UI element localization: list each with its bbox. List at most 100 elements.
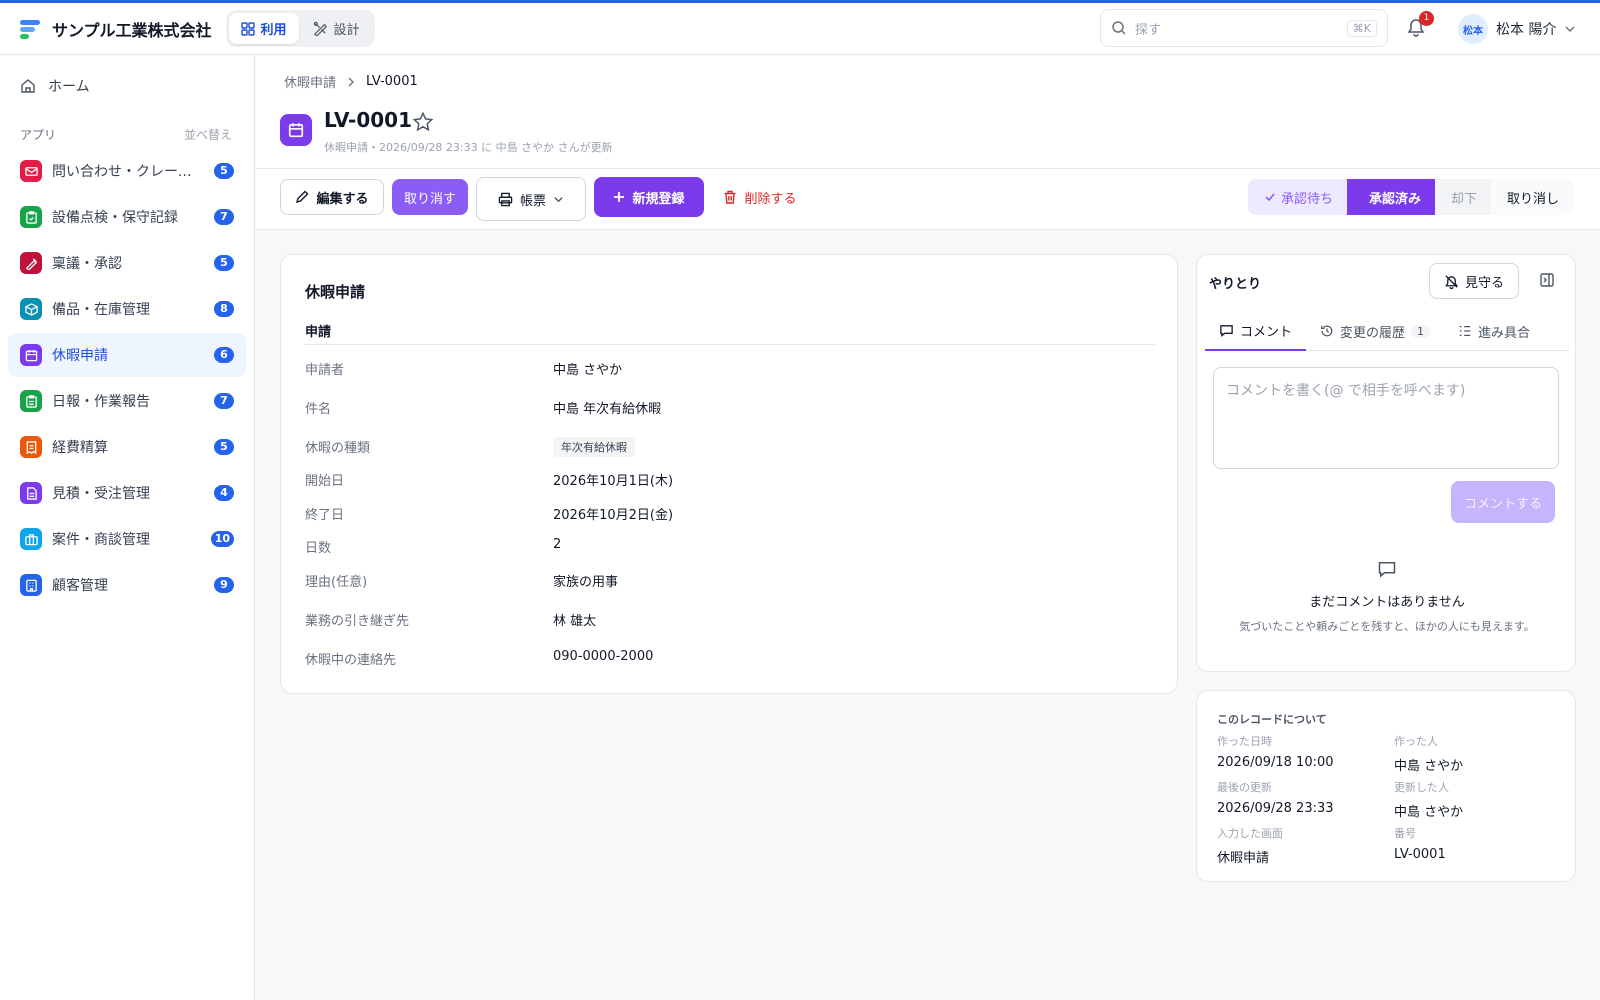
field-row: 件名 中島 年次有給休暇	[305, 398, 1155, 417]
discussion-title: やりとり	[1209, 277, 1262, 292]
chevron-right-icon	[348, 77, 355, 86]
info-item: 作った人 中島 さやか	[1394, 733, 1564, 774]
receipt-icon	[20, 436, 42, 458]
field-value: 2026年10月1日(木)	[553, 474, 674, 489]
search-icon	[1112, 21, 1126, 35]
sidebar: ホーム アプリ 並べ替え 問い合わせ・クレーム管... 5 設備点検・保守記録 …	[0, 56, 255, 1000]
info-label: 更新した人	[1394, 781, 1449, 794]
info-label: 入力した画面	[1217, 827, 1283, 840]
count-badge: 10	[210, 531, 234, 547]
field-row: 業務の引き継ぎ先 林 雄太	[305, 610, 1155, 629]
field-value: 2	[553, 537, 562, 552]
sidebar-item-equipment-inspection[interactable]: 設備点検・保守記録 7	[8, 195, 246, 239]
check-icon	[1265, 193, 1275, 202]
field-label: 件名	[305, 402, 332, 417]
sort-apps-button[interactable]: 並べ替え	[184, 126, 232, 143]
print-dropdown-button[interactable]: 帳票	[476, 177, 586, 221]
sidebar-item-label: 見積・受注管理	[52, 486, 150, 502]
grid-icon	[240, 21, 255, 36]
mode-use-tab[interactable]: 利用	[228, 13, 299, 44]
sidebar-item-quotes-orders[interactable]: 見積・受注管理 4	[8, 471, 246, 515]
info-value: 2026/09/18 10:00	[1217, 755, 1334, 770]
record-toolbar: 編集する 取り消す 帳票 新規登録 削除する 承認待ち 承認済み 却下 取り消し	[256, 169, 1600, 230]
field-row: 理由(任意) 家族の用事	[305, 571, 1155, 590]
comment-input[interactable]	[1213, 367, 1559, 469]
pencil-icon	[296, 190, 309, 204]
tab-history[interactable]: 変更の履歴 1	[1306, 311, 1444, 351]
sidebar-item-label: 休暇申請	[52, 348, 108, 364]
edit-label: 編集する	[316, 191, 369, 207]
count-badge: 4	[214, 485, 234, 501]
notifications-button[interactable]: 1	[1406, 11, 1434, 41]
record-info-title: このレコードについて	[1217, 713, 1327, 726]
status-step-withdrawn[interactable]: 取り消し	[1491, 179, 1574, 215]
watch-button[interactable]: 見守る	[1429, 263, 1519, 299]
field-row: 休暇中の連絡先 090-0000-2000	[305, 649, 1155, 668]
sidebar-item-expenses[interactable]: 経費精算 5	[8, 425, 246, 469]
notification-count-badge: 1	[1419, 11, 1434, 26]
sidebar-item-deals[interactable]: 案件・商談管理 10	[8, 517, 246, 561]
status-step-rejected[interactable]: 却下	[1435, 179, 1491, 215]
delete-label: 削除する	[744, 191, 797, 207]
plus-icon	[614, 192, 625, 202]
cancel-button[interactable]: 取り消す	[392, 179, 468, 215]
top-header: サンプル工業株式会社 利用 設計 探す ⌘K 1 松本 松本 陽介	[0, 3, 1600, 55]
sidebar-item-approvals[interactable]: 稟議・承認 5	[8, 241, 246, 285]
sidebar-item-customers[interactable]: 顧客管理 9	[8, 563, 246, 607]
field-row: 日数 2	[305, 537, 1155, 556]
field-value: 年次有給休暇	[553, 437, 635, 457]
status-step-pending[interactable]: 承認待ち	[1248, 179, 1348, 215]
sidebar-item-daily-report[interactable]: 日報・作業報告 7	[8, 379, 246, 423]
info-label: 番号	[1394, 827, 1416, 840]
printer-icon	[498, 192, 513, 206]
info-item: 番号 LV-0001	[1394, 825, 1564, 862]
form-section-title: 申請	[305, 325, 332, 340]
mode-design-tab[interactable]: 設計	[301, 13, 372, 44]
status-step-approved[interactable]: 承認済み	[1347, 179, 1436, 215]
leave-type-tag: 年次有給休暇	[553, 437, 635, 457]
history-count-badge: 1	[1411, 324, 1431, 338]
sidebar-item-home[interactable]: ホーム	[0, 56, 254, 116]
field-value: 090-0000-2000	[553, 649, 654, 664]
info-value: 中島 さやか	[1394, 759, 1464, 774]
sidebar-item-label: 備品・在庫管理	[52, 302, 150, 318]
sidebar-item-leave-request[interactable]: 休暇申請 6	[8, 333, 246, 377]
sidebar-item-inquiries[interactable]: 問い合わせ・クレーム管... 5	[8, 149, 246, 193]
empty-description: 気づいたことや頼みごとを残すと、ほかの人にも見えます。	[1239, 620, 1535, 633]
tab-progress[interactable]: 進み具合	[1444, 311, 1544, 351]
tab-label: コメント	[1240, 324, 1293, 340]
company-logo-icon[interactable]	[20, 18, 40, 40]
count-badge: 7	[214, 393, 234, 409]
field-label: 申請者	[305, 363, 345, 378]
count-badge: 8	[214, 301, 234, 317]
info-value: 中島 さやか	[1394, 805, 1464, 820]
bell-off-icon	[1445, 274, 1458, 289]
edit-button[interactable]: 編集する	[280, 179, 384, 215]
tab-comments[interactable]: コメント	[1205, 311, 1307, 351]
form-title: 休暇申請	[305, 283, 366, 301]
info-value: 休暇申請	[1217, 851, 1270, 866]
breadcrumb-parent-link[interactable]: 休暇申請	[284, 72, 336, 91]
apps-heading: アプリ	[20, 128, 57, 142]
new-record-button[interactable]: 新規登録	[594, 177, 704, 217]
sidebar-item-label: 問い合わせ・クレーム管...	[52, 164, 204, 180]
cancel-label: 取り消す	[403, 191, 456, 207]
info-value: LV-0001	[1394, 847, 1446, 862]
company-name: サンプル工業株式会社	[52, 20, 212, 40]
status-step-label: 承認済み	[1369, 191, 1422, 207]
field-label: 休暇中の連絡先	[305, 653, 397, 668]
status-step-label: 取り消し	[1507, 191, 1560, 207]
delete-button[interactable]: 削除する	[712, 179, 808, 215]
status-step-label: 承認待ち	[1281, 191, 1334, 207]
collapse-panel-icon[interactable]	[1539, 272, 1555, 288]
main-content: 休暇申請 LV-0001 LV-0001 休暇申請・2026/09/28 23:…	[256, 56, 1600, 1000]
design-tools-icon	[313, 21, 327, 36]
field-value: 中島 年次有給休暇	[553, 402, 662, 417]
star-icon[interactable]	[412, 111, 434, 133]
user-menu[interactable]: 松本 松本 陽介	[1458, 14, 1576, 44]
record-form-card: 休暇申請 申請 申請者 中島 さやか 件名 中島 年次有給休暇 休暇の種類 年次…	[280, 254, 1178, 694]
search-box[interactable]: 探す ⌘K	[1100, 9, 1388, 47]
sidebar-item-inventory[interactable]: 備品・在庫管理 8	[8, 287, 246, 331]
submit-comment-button[interactable]: コメントする	[1451, 481, 1555, 523]
calendar-icon	[280, 114, 312, 146]
